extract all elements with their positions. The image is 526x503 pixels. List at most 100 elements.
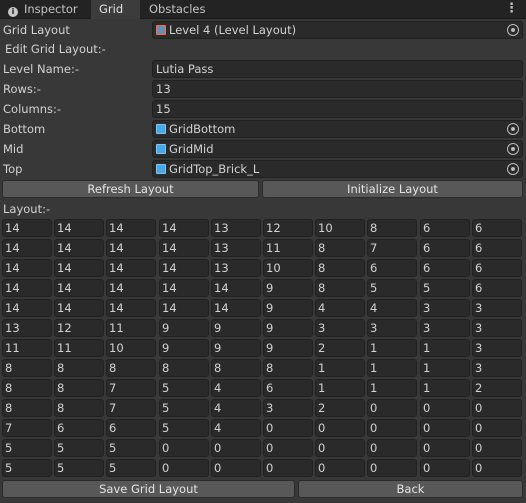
layout-cell-input[interactable]: 4 — [315, 299, 365, 317]
layout-cell-input[interactable]: 0 — [315, 459, 365, 477]
layout-cell-input[interactable]: 0 — [367, 439, 417, 457]
layout-cell-input[interactable]: 8 — [367, 219, 417, 237]
layout-cell-input[interactable]: 5 — [106, 459, 156, 477]
layout-cell-input[interactable]: 8 — [263, 359, 313, 377]
layout-cell-input[interactable]: 6 — [472, 279, 522, 297]
layout-cell-input[interactable]: 5 — [367, 279, 417, 297]
kebab-menu-icon[interactable]: ⋮ — [505, 0, 518, 18]
layout-cell-input[interactable]: 14 — [2, 219, 52, 237]
grid-layout-field[interactable]: Level 4 (Level Layout) — [152, 21, 523, 39]
layout-cell-input[interactable]: 1 — [367, 379, 417, 397]
object-picker-icon[interactable] — [507, 163, 519, 175]
layout-cell-input[interactable]: 3 — [420, 319, 470, 337]
layout-cell-input[interactable]: 7 — [106, 379, 156, 397]
layout-cell-input[interactable]: 13 — [211, 259, 261, 277]
layout-cell-input[interactable]: 2 — [472, 379, 522, 397]
layout-cell-input[interactable]: 8 — [2, 359, 52, 377]
layout-cell-input[interactable]: 0 — [472, 439, 522, 457]
layout-cell-input[interactable]: 5 — [106, 439, 156, 457]
layout-cell-input[interactable]: 14 — [54, 259, 104, 277]
layout-cell-input[interactable]: 5 — [420, 279, 470, 297]
layout-cell-input[interactable]: 3 — [472, 299, 522, 317]
layout-cell-input[interactable]: 5 — [2, 439, 52, 457]
layout-cell-input[interactable]: 14 — [2, 239, 52, 257]
layout-cell-input[interactable]: 8 — [54, 359, 104, 377]
layout-cell-input[interactable]: 4 — [211, 419, 261, 437]
layout-cell-input[interactable]: 0 — [420, 439, 470, 457]
layout-cell-input[interactable]: 2 — [315, 339, 365, 357]
layout-cell-input[interactable]: 0 — [315, 419, 365, 437]
layout-cell-input[interactable]: 7 — [2, 419, 52, 437]
layout-cell-input[interactable]: 6 — [420, 239, 470, 257]
layout-cell-input[interactable]: 10 — [315, 219, 365, 237]
layout-cell-input[interactable]: 3 — [420, 299, 470, 317]
layout-cell-input[interactable]: 12 — [263, 219, 313, 237]
layout-cell-input[interactable]: 5 — [159, 419, 209, 437]
layout-cell-input[interactable]: 3 — [367, 319, 417, 337]
layout-cell-input[interactable]: 1 — [367, 359, 417, 377]
object-picker-icon[interactable] — [507, 24, 519, 36]
layout-cell-input[interactable]: 7 — [106, 399, 156, 417]
layout-cell-input[interactable]: 14 — [54, 239, 104, 257]
layout-cell-input[interactable]: 9 — [263, 279, 313, 297]
layout-cell-input[interactable]: 12 — [54, 319, 104, 337]
columns-input[interactable]: 15 — [152, 100, 523, 118]
layout-cell-input[interactable]: 0 — [211, 459, 261, 477]
layout-cell-input[interactable]: 0 — [263, 419, 313, 437]
layout-cell-input[interactable]: 14 — [2, 279, 52, 297]
layout-cell-input[interactable]: 1 — [367, 339, 417, 357]
layout-cell-input[interactable]: 14 — [159, 299, 209, 317]
layout-cell-input[interactable]: 14 — [211, 279, 261, 297]
layout-cell-input[interactable]: 14 — [159, 279, 209, 297]
layout-cell-input[interactable]: 3 — [472, 319, 522, 337]
level-name-input[interactable]: Lutia Pass — [152, 60, 523, 78]
layout-cell-input[interactable]: 13 — [211, 219, 261, 237]
object-picker-icon[interactable] — [507, 123, 519, 135]
refresh-layout-button[interactable]: Refresh Layout — [2, 180, 259, 198]
layout-cell-input[interactable]: 14 — [54, 219, 104, 237]
layout-cell-input[interactable]: 9 — [159, 319, 209, 337]
layout-cell-input[interactable]: 8 — [106, 359, 156, 377]
layout-cell-input[interactable]: 0 — [472, 419, 522, 437]
layout-cell-input[interactable]: 0 — [420, 459, 470, 477]
layout-cell-input[interactable]: 11 — [2, 339, 52, 357]
mid-object-field[interactable]: GridMid — [152, 140, 523, 158]
layout-cell-input[interactable]: 0 — [367, 459, 417, 477]
layout-cell-input[interactable]: 6 — [263, 379, 313, 397]
layout-cell-input[interactable]: 1 — [420, 359, 470, 377]
layout-cell-input[interactable]: 6 — [472, 239, 522, 257]
layout-cell-input[interactable]: 5 — [54, 439, 104, 457]
back-button[interactable]: Back — [298, 480, 523, 498]
layout-cell-input[interactable]: 14 — [106, 279, 156, 297]
layout-cell-input[interactable]: 14 — [106, 239, 156, 257]
layout-cell-input[interactable]: 14 — [211, 299, 261, 317]
top-object-field[interactable]: GridTop_Brick_L — [152, 160, 523, 178]
layout-cell-input[interactable]: 6 — [106, 419, 156, 437]
layout-cell-input[interactable]: 9 — [263, 299, 313, 317]
layout-cell-input[interactable]: 14 — [54, 299, 104, 317]
layout-cell-input[interactable]: 14 — [159, 239, 209, 257]
layout-cell-input[interactable]: 0 — [263, 439, 313, 457]
bottom-object-field[interactable]: GridBottom — [152, 120, 523, 138]
layout-cell-input[interactable]: 8 — [2, 379, 52, 397]
layout-cell-input[interactable]: 3 — [315, 319, 365, 337]
layout-cell-input[interactable]: 5 — [159, 399, 209, 417]
layout-cell-input[interactable]: 0 — [315, 439, 365, 457]
layout-cell-input[interactable]: 14 — [159, 259, 209, 277]
layout-cell-input[interactable]: 3 — [263, 399, 313, 417]
layout-cell-input[interactable]: 14 — [2, 299, 52, 317]
layout-cell-input[interactable]: 8 — [315, 259, 365, 277]
initialize-layout-button[interactable]: Initialize Layout — [262, 180, 523, 198]
layout-cell-input[interactable]: 14 — [54, 279, 104, 297]
layout-cell-input[interactable]: 11 — [263, 239, 313, 257]
layout-cell-input[interactable]: 4 — [367, 299, 417, 317]
layout-cell-input[interactable]: 0 — [472, 399, 522, 417]
layout-cell-input[interactable]: 8 — [54, 399, 104, 417]
layout-cell-input[interactable]: 9 — [211, 339, 261, 357]
layout-cell-input[interactable]: 6 — [472, 219, 522, 237]
layout-cell-input[interactable]: 9 — [159, 339, 209, 357]
layout-cell-input[interactable]: 4 — [211, 379, 261, 397]
object-picker-icon[interactable] — [507, 143, 519, 155]
layout-cell-input[interactable]: 6 — [472, 259, 522, 277]
tab-obstacles[interactable]: Obstacles — [141, 0, 221, 19]
